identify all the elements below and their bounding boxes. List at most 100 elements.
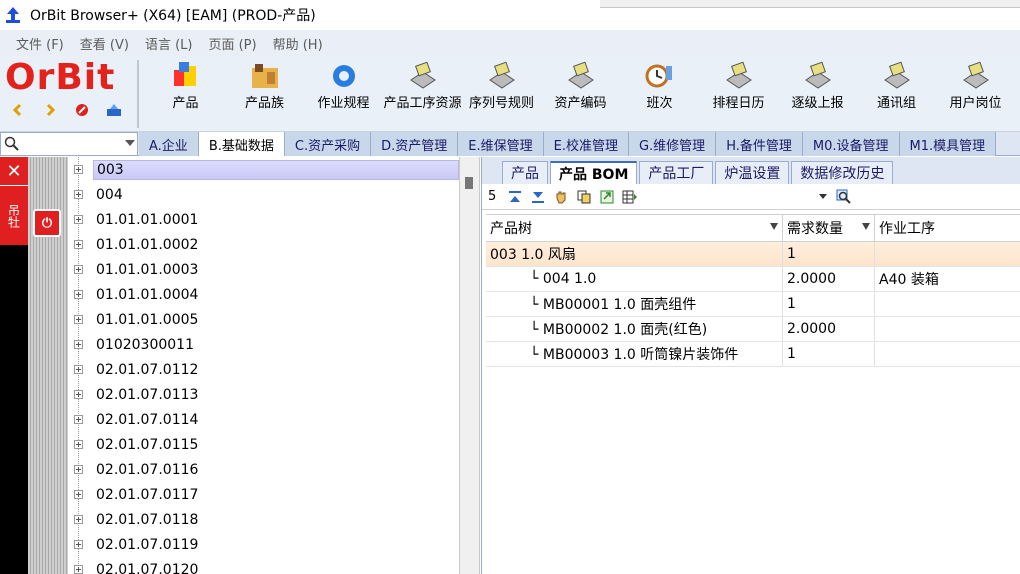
tab-oven-temp[interactable]: 炉温设置 (715, 161, 790, 184)
strip-label[interactable]: 吊牡 (0, 185, 28, 245)
table-row[interactable]: 003 1.0 风扇 1 (486, 242, 1020, 267)
hand-icon[interactable] (552, 189, 570, 205)
expand-icon[interactable] (74, 215, 83, 224)
tool-comm-group[interactable]: 通讯组 (857, 56, 936, 132)
tool-escalation[interactable]: 逐级上报 (778, 56, 857, 132)
table-row[interactable]: └ MB00003 1.0 听筒镍片装饰件 1 (486, 342, 1020, 367)
tool-serial-rule[interactable]: 序列号规则 (462, 56, 541, 132)
table-row[interactable]: └ MB00002 1.0 面壳(红色) 2.0000 (486, 317, 1020, 342)
chevron-down-icon[interactable] (819, 194, 828, 199)
tab-basic-data[interactable]: B.基础数据 (198, 132, 285, 156)
table-row[interactable]: └ MB00001 1.0 面壳组件 1 (486, 292, 1020, 317)
expand-icon[interactable] (74, 390, 83, 399)
module-search[interactable] (0, 132, 138, 156)
tree-item[interactable]: 02.01.07.0118 (68, 507, 459, 532)
menu-file[interactable]: 文件 (F) (16, 34, 64, 53)
tree-item[interactable]: 02.01.07.0119 (68, 532, 459, 557)
column-header-tree[interactable]: 产品树 (486, 215, 783, 241)
tree-item[interactable]: 02.01.07.0117 (68, 482, 459, 507)
tool-schedule-calendar[interactable]: 排程日历 (699, 56, 778, 132)
tab-product-factory[interactable]: 产品工厂 (639, 161, 714, 184)
expand-icon[interactable] (74, 565, 83, 574)
tool-product-family[interactable]: 产品族 (225, 56, 304, 132)
scroll-thumb[interactable] (465, 177, 473, 189)
menu-help[interactable]: 帮助 (H) (273, 34, 323, 53)
expand-icon[interactable] (74, 490, 83, 499)
expand-icon[interactable] (74, 340, 83, 349)
tool-work-procedure[interactable]: 作业规程 (304, 56, 383, 132)
refresh-icon[interactable] (104, 100, 124, 120)
collapse-all-icon[interactable] (506, 189, 524, 205)
tab-change-history[interactable]: 数据修改历史 (791, 161, 894, 184)
tree-item[interactable]: 01020300011 (68, 332, 459, 357)
tree-item[interactable]: 01.01.01.0002 (68, 232, 459, 257)
tree-item[interactable]: 01.01.01.0004 (68, 282, 459, 307)
tool-user-post[interactable]: 用户岗位 (936, 56, 1015, 132)
tool-product[interactable]: 产品 (146, 56, 225, 132)
module-search-input[interactable] (21, 137, 121, 151)
tree-item[interactable]: 02.01.07.0115 (68, 432, 459, 457)
expand-icon[interactable] (74, 265, 83, 274)
tree-item[interactable]: 01.01.01.0001 (68, 207, 459, 232)
column-header-operation[interactable]: 作业工序 (875, 215, 1020, 241)
tab-product-bom[interactable]: 产品 BOM (550, 161, 638, 184)
expand-icon[interactable] (74, 315, 83, 324)
filter-icon[interactable] (770, 223, 778, 230)
tree-item[interactable]: 003 (68, 157, 459, 182)
expand-icon[interactable] (74, 365, 83, 374)
tab-calibration[interactable]: E.校准管理 (543, 132, 629, 156)
chevron-down-icon[interactable] (125, 140, 135, 146)
tree-item[interactable]: 01.01.01.0005 (68, 307, 459, 332)
expand-icon[interactable] (74, 290, 83, 299)
tree-item[interactable]: 02.01.07.0120 (68, 557, 459, 574)
tree-item[interactable]: 02.01.07.0114 (68, 407, 459, 432)
tab-product[interactable]: 产品 (502, 161, 548, 184)
expand-icon[interactable] (74, 190, 83, 199)
tab-enterprise[interactable]: A.企业 (139, 132, 199, 156)
tab-maintenance[interactable]: E.维保管理 (458, 132, 544, 156)
tree-item[interactable]: 02.01.07.0116 (68, 457, 459, 482)
tree-item[interactable]: 02.01.07.0112 (68, 357, 459, 382)
tool-asset-code[interactable]: 资产编码 (541, 56, 620, 132)
expand-icon[interactable] (74, 165, 83, 174)
table-row[interactable]: └ 004 1.0 2.0000 A40 装箱 (486, 267, 1020, 292)
tab-repair[interactable]: G.维修管理 (628, 132, 717, 156)
column-header-qty[interactable]: 需求数量 (783, 215, 875, 241)
power-icon[interactable]: ⏻ (33, 209, 61, 237)
expand-all-icon[interactable] (529, 189, 547, 205)
tree-scrollbar[interactable] (460, 157, 480, 574)
expand-icon[interactable] (74, 440, 83, 449)
printer-icon (725, 61, 752, 89)
expand-icon[interactable] (74, 415, 83, 424)
stop-icon[interactable] (72, 100, 92, 120)
search-icon[interactable] (835, 189, 853, 205)
printer-icon (804, 61, 831, 89)
export-icon[interactable] (598, 189, 616, 205)
tab-asset-purchase[interactable]: C.资产采购 (284, 132, 372, 156)
product-icon (173, 62, 196, 86)
expand-icon[interactable] (74, 540, 83, 549)
tool-shift[interactable]: 班次 (620, 56, 699, 132)
tab-asset-management[interactable]: D.资产管理 (371, 132, 459, 156)
cell-tree: └ MB00003 1.0 听筒镍片装饰件 (486, 342, 783, 366)
filter-icon[interactable] (862, 223, 870, 230)
forward-icon[interactable] (40, 100, 60, 120)
menu-view[interactable]: 查看 (V) (80, 34, 129, 53)
close-icon[interactable]: ✕ (0, 157, 28, 185)
menu-page[interactable]: 页面 (P) (208, 34, 256, 53)
tool-product-process-resource[interactable]: 产品工序资源 (383, 56, 462, 132)
expand-icon[interactable] (74, 515, 83, 524)
grid-settings-icon[interactable] (621, 189, 639, 205)
tab-equipment[interactable]: M0.设备管理 (802, 132, 900, 156)
tree-item[interactable]: 02.01.07.0113 (68, 382, 459, 407)
cell-operation (875, 292, 1020, 316)
copy-icon[interactable] (575, 189, 593, 205)
menu-language[interactable]: 语言 (L) (145, 34, 193, 53)
back-icon[interactable] (8, 100, 28, 120)
tab-spare-parts[interactable]: H.备件管理 (716, 132, 803, 156)
expand-icon[interactable] (74, 465, 83, 474)
expand-icon[interactable] (74, 240, 83, 249)
tree-item[interactable]: 004 (68, 182, 459, 207)
tab-mold[interactable]: M1.模具管理 (899, 132, 997, 156)
tree-item[interactable]: 01.01.01.0003 (68, 257, 459, 282)
